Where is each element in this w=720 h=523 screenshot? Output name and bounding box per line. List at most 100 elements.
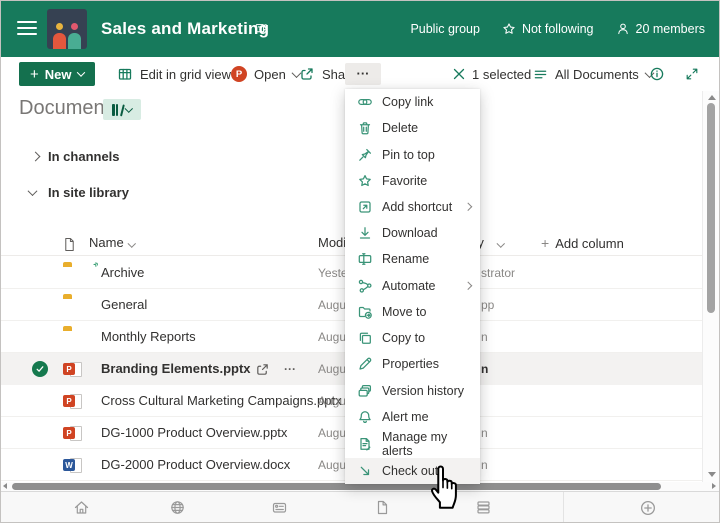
bell-icon bbox=[357, 409, 373, 425]
file-type-column-icon[interactable] bbox=[63, 237, 76, 255]
sharepoint-library-window: Sales and Marketing Public group Not fol… bbox=[0, 0, 720, 523]
scroll-right-arrow[interactable] bbox=[712, 483, 716, 489]
teams-icon bbox=[255, 22, 268, 40]
file-name-link: Archive bbox=[101, 257, 144, 289]
follow-button[interactable]: Not following bbox=[502, 22, 594, 36]
edit-grid-view-button[interactable]: Edit in grid view bbox=[117, 57, 231, 91]
person-icon bbox=[616, 22, 630, 36]
plus-icon: + bbox=[541, 235, 549, 251]
powerpoint-icon: P bbox=[231, 66, 247, 82]
logo-person-left-icon bbox=[53, 23, 66, 49]
horizontal-scroll-thumb[interactable] bbox=[12, 483, 661, 490]
pencil-icon bbox=[357, 356, 373, 372]
fullscreen-button[interactable] bbox=[685, 57, 699, 91]
menu-item-properties[interactable]: Properties bbox=[345, 351, 480, 377]
file-name-link: Branding Elements.pptx bbox=[101, 353, 251, 385]
version-history-icon bbox=[357, 383, 373, 399]
site-logo[interactable] bbox=[47, 9, 87, 49]
automate-icon bbox=[357, 278, 373, 294]
menu-item-pin-to-top[interactable]: Pin to top bbox=[345, 141, 480, 167]
view-selector[interactable]: All Documents bbox=[533, 57, 653, 91]
vertical-scroll-thumb[interactable] bbox=[707, 103, 715, 313]
chevron-down-icon bbox=[76, 68, 84, 76]
modified-by-cell: n bbox=[481, 353, 488, 385]
trash-icon bbox=[357, 120, 373, 136]
more-commands-button[interactable]: ··· bbox=[345, 63, 381, 85]
books-icon bbox=[112, 104, 122, 116]
menu-item-automate[interactable]: Automate bbox=[345, 273, 480, 299]
page-icon[interactable] bbox=[374, 499, 391, 516]
globe-icon[interactable] bbox=[169, 499, 186, 516]
file-name-link: DG-2000 Product Overview.docx bbox=[101, 449, 290, 481]
menu-item-manage-my-alerts[interactable]: Manage my alerts bbox=[345, 430, 480, 458]
menu-item-delete[interactable]: Delete bbox=[345, 115, 480, 141]
library-view-pill[interactable] bbox=[103, 99, 141, 120]
add-column-button[interactable]: + Add column bbox=[541, 235, 624, 251]
chevron-down-icon bbox=[125, 104, 133, 112]
open-button[interactable]: P Open bbox=[231, 57, 300, 91]
file-name-link: Monthly Reports bbox=[101, 321, 196, 353]
database-icon[interactable] bbox=[475, 499, 492, 516]
menu-item-move-to[interactable]: Move to bbox=[345, 299, 480, 325]
logo-person-right-icon bbox=[68, 23, 81, 49]
file-name-link: DG-1000 Product Overview.pptx bbox=[101, 417, 287, 449]
modified-by-cell: pp bbox=[481, 289, 494, 321]
new-item-indicator-icon: » bbox=[90, 259, 101, 270]
scroll-down-arrow[interactable] bbox=[708, 472, 716, 477]
scroll-up-arrow[interactable] bbox=[708, 95, 716, 100]
add-circle-icon[interactable] bbox=[639, 499, 657, 517]
section-in-channels[interactable]: In channels bbox=[1, 147, 201, 165]
vertical-scrollbar[interactable] bbox=[702, 91, 719, 482]
scroll-left-arrow[interactable] bbox=[3, 483, 7, 489]
close-icon bbox=[453, 68, 465, 80]
rename-icon bbox=[357, 251, 373, 267]
copy-to-icon bbox=[357, 330, 373, 346]
shortcut-icon bbox=[357, 199, 373, 215]
selected-check-icon[interactable] bbox=[32, 361, 48, 377]
submenu-chevron-icon bbox=[463, 203, 471, 211]
command-bar: + New Edit in grid view P Open Share ···… bbox=[1, 57, 719, 91]
clear-selection-button[interactable]: 1 selected bbox=[453, 57, 531, 91]
header-status-group: Public group Not following 20 members bbox=[410, 1, 705, 57]
star-icon bbox=[357, 173, 373, 189]
download-icon bbox=[357, 225, 373, 241]
modified-by-cell: n bbox=[481, 321, 488, 353]
share-icon bbox=[299, 66, 315, 82]
menu-item-check-out[interactable]: Check out bbox=[345, 458, 480, 484]
row-share-button[interactable] bbox=[255, 353, 270, 385]
share-icon bbox=[255, 362, 270, 377]
row-more-button[interactable]: ··· bbox=[284, 353, 296, 385]
section-in-site-library[interactable]: In site library bbox=[1, 183, 201, 201]
menu-item-download[interactable]: Download bbox=[345, 220, 480, 246]
site-title: Sales and Marketing bbox=[101, 1, 269, 57]
chevron-down-icon bbox=[128, 239, 136, 247]
modified-by-cell: strator bbox=[481, 257, 515, 289]
site-header: Sales and Marketing Public group Not fol… bbox=[1, 1, 719, 57]
view-list-icon bbox=[533, 67, 548, 82]
column-name[interactable]: Name bbox=[89, 235, 124, 250]
members-button[interactable]: 20 members bbox=[616, 22, 705, 36]
details-pane-button[interactable] bbox=[649, 57, 665, 91]
file-context-menu: Copy link Delete Pin to top Favorite Add… bbox=[345, 89, 480, 484]
info-icon bbox=[649, 66, 665, 82]
menu-item-add-shortcut[interactable]: Add shortcut bbox=[345, 194, 480, 220]
menu-item-rename[interactable]: Rename bbox=[345, 246, 480, 272]
public-group-label: Public group bbox=[410, 22, 480, 36]
menu-item-favorite[interactable]: Favorite bbox=[345, 168, 480, 194]
chevron-right-icon bbox=[31, 151, 41, 161]
menu-item-copy-link[interactable]: Copy link bbox=[345, 89, 480, 115]
home-icon[interactable] bbox=[73, 499, 90, 516]
move-to-icon bbox=[357, 304, 373, 320]
grid-icon bbox=[117, 66, 133, 82]
menu-item-version-history[interactable]: Version history bbox=[345, 377, 480, 403]
menu-item-alert-me[interactable]: Alert me bbox=[345, 404, 480, 430]
plus-icon: + bbox=[30, 66, 39, 83]
menu-item-copy-to[interactable]: Copy to bbox=[345, 325, 480, 351]
hamburger-menu-icon[interactable] bbox=[17, 21, 37, 37]
new-button[interactable]: + New bbox=[19, 62, 95, 86]
modified-by-cell: n bbox=[481, 449, 488, 481]
check-out-icon bbox=[357, 463, 373, 479]
star-icon bbox=[502, 22, 516, 36]
pin-icon bbox=[357, 147, 373, 163]
media-card-icon[interactable] bbox=[271, 499, 288, 516]
